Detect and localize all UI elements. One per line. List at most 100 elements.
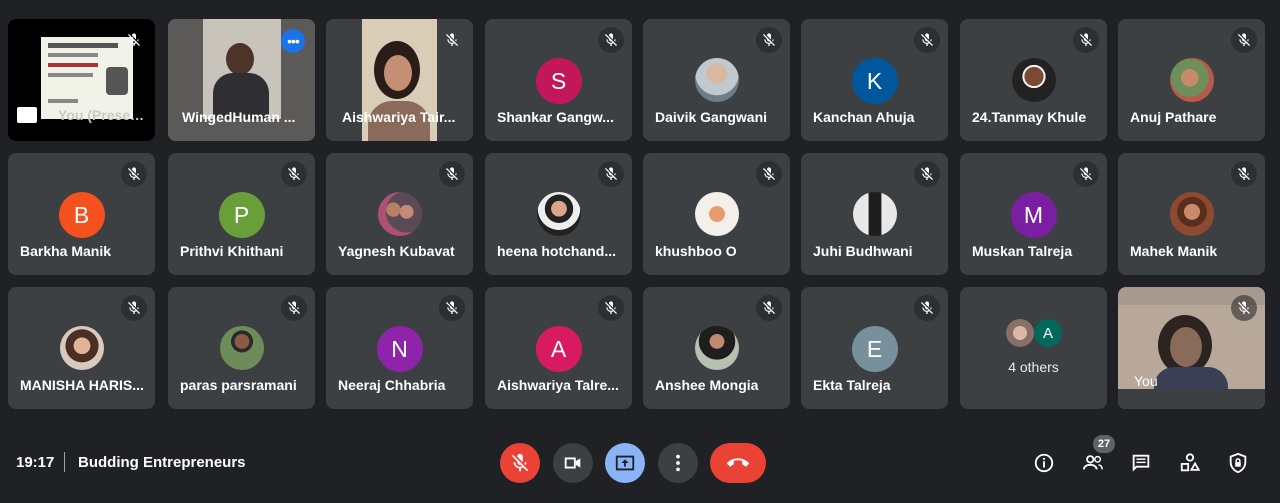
avatar-photo [1169,192,1214,236]
tile-aishwariya-tair[interactable]: Aishwariya Tair... [326,19,473,141]
tile-kanchan[interactable]: K Kanchan Ahuja [801,19,948,141]
meeting-time: 19:17 [16,454,55,471]
avatar-initial: B [58,192,105,238]
mic-off-icon [281,295,307,321]
mic-off-icon [121,27,147,53]
tile-name: Daivik Gangwani [655,109,768,125]
tile-yagnesh[interactable]: Yagnesh Kubavat [326,153,473,275]
mic-off-icon [598,161,624,187]
avatar-initial: A [535,326,582,372]
tile-prithvi[interactable]: P Prithvi Khithani [168,153,315,275]
tile-name: Aishwariya Tair... [342,109,456,125]
tile-name: Prithvi Khithani [180,243,284,259]
mic-toggle-button[interactable] [500,443,540,483]
mic-off-icon [756,161,782,187]
host-controls-icon [1229,452,1247,474]
mic-off-icon [1073,27,1099,53]
end-call-button[interactable] [710,443,766,483]
avatar-photo [694,326,739,370]
tile-name: Mahek Manik [1130,243,1218,259]
avatar-initial: E [851,326,898,372]
avatar-initial: S [535,58,582,104]
tile-name: 24.Tanmay Khule [972,109,1087,125]
mic-off-icon [756,27,782,53]
tile-name: Shankar Gangw... [497,109,614,125]
tile-heena[interactable]: heena hotchand... [485,153,632,275]
mic-off-icon [439,295,465,321]
tile-name: You (Presenting) [58,107,147,123]
tile-name: khushboo O [655,243,737,259]
tile-tanmay[interactable]: 24.Tanmay Khule [960,19,1107,141]
mic-off-icon [598,295,624,321]
tile-name: Kanchan Ahuja [813,109,915,125]
chat-icon [1132,454,1150,472]
avatar-photo [1169,58,1214,102]
meeting-details-button[interactable] [1031,450,1057,476]
tile-wingedhuman[interactable]: ••• WingedHuman ... [168,19,315,141]
tile-name: Aishwariya Talre... [497,377,619,393]
avatar-photo [852,192,897,236]
tile-name: Muskan Talreja [972,243,1073,259]
tile-ekta[interactable]: E Ekta Talreja [801,287,948,409]
present-icon [17,107,37,123]
mic-off-icon [439,27,465,53]
present-button[interactable] [605,443,645,483]
mic-off-icon [598,27,624,53]
tile-anshee[interactable]: Anshee Mongia [643,287,790,409]
tile-mahek[interactable]: Mahek Manik [1118,153,1265,275]
mic-off-icon [439,161,465,187]
avatar-photo [1011,58,1056,102]
tile-manisha[interactable]: MANISHA HARIS... [8,287,155,409]
camera-toggle-button[interactable] [553,443,593,483]
tile-presenting[interactable]: You (Presenting) [8,19,155,141]
avatar-initial: M [1010,192,1057,238]
tile-name: paras parsramani [180,377,297,393]
tile-name: Anuj Pathare [1130,109,1217,125]
mic-off-icon [121,161,147,187]
host-controls-button[interactable] [1225,450,1251,476]
avatar-photo [1006,319,1034,347]
mic-off-icon [1231,161,1257,187]
tile-name: Juhi Budhwani [813,243,913,259]
more-options-button[interactable]: ••• [281,29,305,53]
avatar-photo [219,326,264,370]
mic-off-icon [914,295,940,321]
activities-icon [1180,453,1201,472]
tile-name: WingedHuman ... [182,109,296,125]
tile-aishwariya-talre[interactable]: A Aishwariya Talre... [485,287,632,409]
tile-neeraj[interactable]: N Neeraj Chhabria [326,287,473,409]
tile-name: Ekta Talreja [813,377,891,393]
people-icon [1082,455,1103,470]
tile-shankar[interactable]: S Shankar Gangw... [485,19,632,141]
mic-off-icon [511,453,529,472]
mic-off-icon [121,295,147,321]
tile-name: Barkha Manik [20,243,112,259]
more-options-button[interactable] [658,443,698,483]
mic-off-icon [1231,27,1257,53]
avatar-photo [377,192,422,236]
tile-paras[interactable]: paras parsramani [168,287,315,409]
tile-barkha[interactable]: B Barkha Manik [8,153,155,275]
more-vert-icon [676,454,680,472]
avatar-photo [536,192,581,236]
others-label: 4 others [1008,359,1059,375]
tile-name: You [1134,373,1158,389]
tile-juhi[interactable]: Juhi Budhwani [801,153,948,275]
tile-muskan[interactable]: M Muskan Talreja [960,153,1107,275]
avatar-initial: N [376,326,423,372]
avatar-initial: A [1034,319,1062,347]
tile-anuj[interactable]: Anuj Pathare [1118,19,1265,141]
tile-khushboo[interactable]: khushboo O [643,153,790,275]
avatar-initial: K [851,58,898,104]
chat-button[interactable] [1128,450,1154,476]
tile-you[interactable]: You [1118,287,1265,409]
mic-off-icon [914,161,940,187]
activities-button[interactable] [1177,450,1203,476]
avatar-photo [694,192,739,236]
tile-daivik[interactable]: Daivik Gangwani [643,19,790,141]
mic-off-icon [281,161,307,187]
tile-name: MANISHA HARIS... [20,377,144,393]
tile-others[interactable]: A 4 others [960,287,1107,409]
people-button[interactable] [1080,450,1106,476]
tile-name: heena hotchand... [497,243,617,259]
